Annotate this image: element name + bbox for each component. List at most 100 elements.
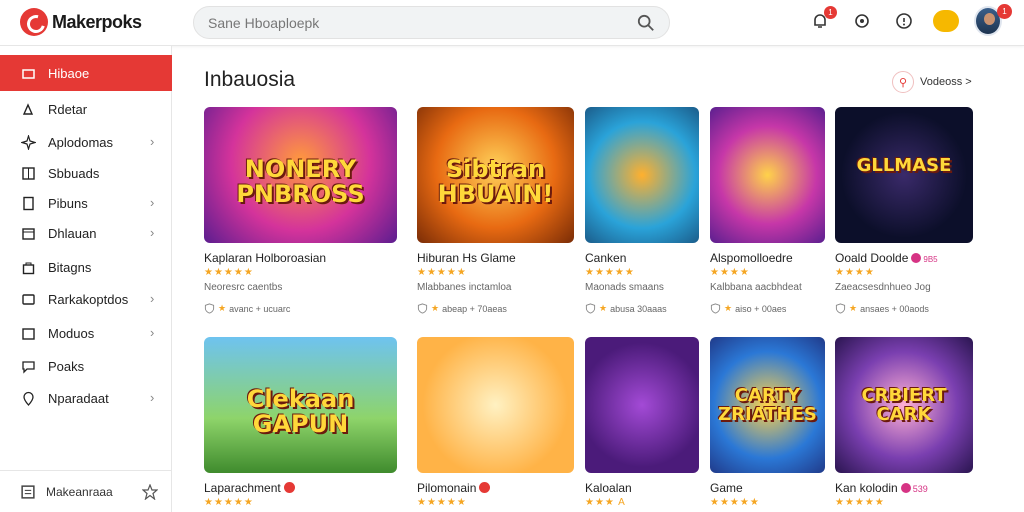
calendar-icon bbox=[20, 225, 36, 241]
game-card[interactable]: NONERY PNBROSS Kaplaran Holboroasian ★★★★★… bbox=[204, 107, 397, 314]
sidebar: Hibaoe Rdetar Aplodomas › Sbbuads Pibuns › Dhla… bbox=[0, 46, 172, 512]
sidebar-item-6[interactable]: Dhlauan › bbox=[0, 218, 172, 248]
coin-icon bbox=[933, 10, 959, 32]
home-icon bbox=[20, 65, 36, 81]
game-title: Ooald Doolde 9B5 bbox=[835, 251, 938, 265]
document-icon bbox=[20, 195, 36, 211]
rank-badge: 539 bbox=[912, 484, 928, 494]
sidebar-item-label: Rdetar bbox=[48, 101, 88, 117]
top-bar: Makerpoks 1 1 bbox=[0, 0, 1024, 46]
game-card[interactable]: Sibtran HBUAIN! Hiburan Hs Glame ★★★★★ Mlab… bbox=[417, 107, 574, 314]
rank-badge: 9B5 bbox=[923, 255, 938, 264]
shield-icon bbox=[585, 303, 596, 314]
game-subtitle: Mlabbanes inctamloa bbox=[417, 282, 512, 293]
search-bar[interactable] bbox=[193, 6, 670, 39]
help-button[interactable] bbox=[890, 7, 918, 35]
game-meta: ★ avanc + ucuarc bbox=[204, 303, 397, 314]
sidebar-item-8[interactable]: Rarkakoptdos › bbox=[0, 284, 172, 314]
game-card[interactable]: Clekaan GAPUN Laparachment ★★★★★ bbox=[204, 337, 397, 508]
location-icon bbox=[20, 390, 36, 406]
sidebar-item-label: Nparadaat bbox=[48, 390, 109, 406]
sidebar-item-label: Poaks bbox=[48, 358, 85, 374]
sidebar-item-4[interactable]: Sbbuads bbox=[0, 158, 172, 188]
chevron-right-icon: › bbox=[150, 390, 155, 405]
sidebar-item-10[interactable]: Poaks bbox=[0, 351, 172, 381]
profile-button[interactable]: 1 bbox=[974, 4, 1012, 36]
chevron-right-icon: › bbox=[150, 195, 155, 210]
game-card[interactable]: Pilomonain ★★★★★ bbox=[417, 337, 574, 508]
game-title: Kan kolodin 539 bbox=[835, 481, 928, 495]
game-card[interactable]: CRBIERT CARK Kan kolodin 539 ★★★★★ bbox=[835, 337, 973, 508]
hot-badge-icon bbox=[479, 482, 491, 493]
rating-stars: ★★★★★ bbox=[204, 497, 254, 508]
search-icon[interactable] bbox=[637, 14, 655, 32]
search-input[interactable] bbox=[208, 14, 637, 31]
game-card[interactable]: Kaloalan ★★★ A bbox=[585, 337, 699, 508]
chevron-right-icon: › bbox=[150, 291, 155, 306]
sidebar-item-7[interactable]: Bitagns bbox=[0, 252, 172, 282]
game-title: Game bbox=[710, 481, 743, 495]
info-icon bbox=[896, 13, 912, 29]
pin-icon: ⚲ bbox=[892, 71, 914, 93]
app-logo[interactable]: Makerpoks bbox=[20, 8, 142, 36]
verified-badge-icon bbox=[900, 483, 911, 493]
sidebar-item-label: Moduos bbox=[48, 325, 95, 341]
sidebar-item-label: Hibaoe bbox=[48, 65, 90, 81]
notification-badge: 1 bbox=[824, 6, 837, 19]
game-thumbnail[interactable]: CRBIERT CARK bbox=[835, 337, 973, 473]
game-thumbnail[interactable] bbox=[710, 107, 825, 243]
game-thumbnail[interactable] bbox=[417, 337, 574, 473]
chevron-right-icon: › bbox=[150, 225, 155, 240]
game-card[interactable]: CARTY ZRIATHES Game ★★★★★ bbox=[710, 337, 825, 508]
rating-stars: ★★★★★ bbox=[204, 267, 254, 278]
game-meta: ★ aiso + 00aes bbox=[710, 303, 825, 314]
sidebar-footer[interactable]: Makeanraaa bbox=[0, 470, 172, 512]
document-icon bbox=[21, 484, 35, 499]
game-thumbnail[interactable]: Sibtran HBUAIN! bbox=[417, 107, 574, 243]
chevron-right-icon: › bbox=[150, 325, 155, 340]
thumbnail-title: GLLMASE bbox=[856, 155, 952, 176]
game-thumbnail[interactable]: GLLMASE bbox=[835, 107, 973, 243]
star-icon: ★ bbox=[218, 303, 227, 313]
sidebar-item-11[interactable]: Nparadaat › bbox=[0, 383, 172, 413]
game-thumbnail[interactable]: NONERY PNBROSS bbox=[204, 107, 397, 243]
box-icon bbox=[20, 325, 36, 341]
chevron-right-icon: › bbox=[150, 134, 155, 149]
game-subtitle: Maonads smaans bbox=[585, 282, 664, 293]
sidebar-item-label: Rarkakoptdos bbox=[48, 291, 129, 307]
sidebar-item-label: Pibuns bbox=[48, 195, 88, 211]
sidebar-item-label: Aplodomas bbox=[48, 134, 114, 150]
rating-stars: ★★★ A bbox=[585, 497, 626, 508]
coins-button[interactable] bbox=[932, 7, 960, 35]
view-more-link[interactable]: ⚲ Vodeoss > bbox=[892, 71, 972, 93]
star-icon[interactable] bbox=[142, 484, 158, 500]
rating-stars: ★★★★★ bbox=[585, 267, 635, 278]
settings-button[interactable] bbox=[848, 7, 876, 35]
game-thumbnail[interactable] bbox=[585, 107, 699, 243]
sidebar-item-5[interactable]: Pibuns › bbox=[0, 188, 172, 218]
game-subtitle: Neoresrc caentbs bbox=[204, 282, 283, 293]
chat-icon bbox=[20, 358, 36, 374]
sidebar-item-3[interactable]: Aplodomas › bbox=[0, 127, 172, 157]
game-title: Laparachment bbox=[204, 481, 397, 495]
thumbnail-title: CRBIERT CARK bbox=[861, 385, 947, 425]
gear-icon bbox=[855, 14, 869, 28]
sidebar-item-2[interactable]: Rdetar bbox=[0, 94, 172, 124]
notification-button[interactable]: 1 bbox=[806, 6, 837, 35]
game-title: Kaplaran Holboroasian bbox=[204, 251, 327, 265]
game-title: Pilomonain bbox=[417, 481, 574, 495]
game-card[interactable]: GLLMASE Ooald Doolde 9B5 ★★★★ Zaeacsesdnhueo… bbox=[835, 107, 973, 314]
game-thumbnail[interactable] bbox=[585, 337, 699, 473]
game-thumbnail[interactable]: Clekaan GAPUN bbox=[204, 337, 397, 473]
cart-icon bbox=[20, 291, 36, 307]
sparkle-icon bbox=[20, 134, 36, 150]
hot-badge-icon bbox=[283, 482, 295, 493]
sidebar-item-1[interactable]: Hibaoe bbox=[0, 55, 172, 91]
sidebar-item-9[interactable]: Moduos › bbox=[0, 318, 172, 348]
bag-icon bbox=[20, 259, 36, 275]
game-thumbnail[interactable]: CARTY ZRIATHES bbox=[710, 337, 825, 473]
game-card[interactable]: Canken ★★★★★ Maonads smaans ★ abusa 30aaas bbox=[585, 107, 699, 314]
star-icon: ★ bbox=[724, 303, 733, 313]
view-more-label: Vodeoss > bbox=[920, 76, 972, 88]
game-card[interactable]: Alspomolloedre ★★★★ Kalbbana aacbhdeat ★ ais… bbox=[710, 107, 825, 314]
